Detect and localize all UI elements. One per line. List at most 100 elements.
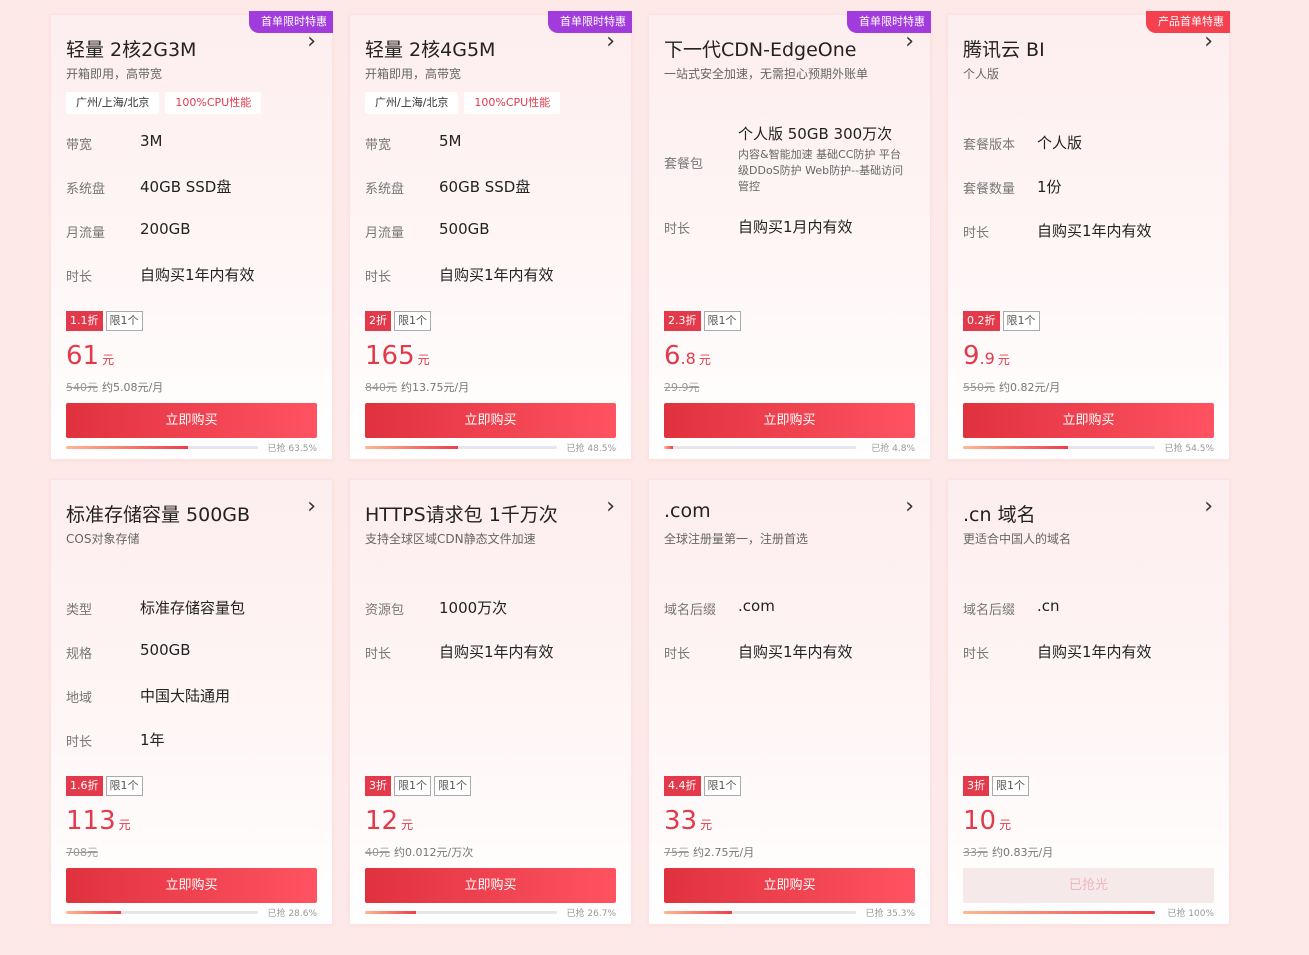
original-price-row: 550元 约0.82元/月 — [963, 379, 1060, 395]
spec-value: 3M — [140, 132, 163, 150]
sales-progress-bar — [66, 911, 258, 914]
buy-now-button[interactable]: 立即购买 — [963, 403, 1214, 438]
product-tag: 100%CPU性能 — [464, 92, 561, 114]
monthly-price: 约2.75元/月 — [693, 846, 755, 859]
sales-progress-bar — [365, 911, 557, 914]
spec-value: 自购买1年内有效 — [738, 643, 853, 661]
spec-key: 套餐版本 — [963, 138, 1016, 153]
chevron-right-icon[interactable]: › — [606, 29, 615, 54]
original-price-row: 75元 约2.75元/月 — [664, 844, 754, 860]
product-title[interactable]: 下一代CDN-EdgeOne — [664, 35, 856, 62]
limit-badge: 限1个 — [394, 776, 431, 796]
chevron-right-icon[interactable]: › — [307, 494, 316, 519]
buy-now-button[interactable]: 立即购买 — [365, 403, 616, 438]
sales-progress-bar — [365, 446, 557, 449]
sales-progress-fill — [963, 911, 1155, 914]
sales-progress-bar — [963, 911, 1155, 914]
original-price-row: 40元 约0.012元/万次 — [365, 844, 473, 860]
price-unit: 元 — [102, 353, 115, 367]
price-unit: 元 — [698, 353, 711, 367]
price-integer: 12 — [365, 806, 399, 836]
limit-badge: 限1个 — [703, 776, 741, 796]
original-price: 33元 — [963, 846, 988, 859]
monthly-price: 约13.75元/月 — [401, 381, 470, 394]
price: 61 元 — [66, 341, 114, 371]
discount-badge: 4.4折 — [664, 776, 701, 796]
buy-now-button[interactable]: 立即购买 — [66, 868, 317, 903]
product-title[interactable]: 轻量 2核2G3M — [66, 35, 196, 62]
discount-badges: 1.1折 限1个 — [66, 311, 146, 331]
price-decimal: .8 — [680, 349, 696, 368]
discount-badge: 1.1折 — [66, 311, 103, 331]
spec-value: 200GB — [140, 220, 191, 238]
monthly-price: 约0.82元/月 — [999, 381, 1061, 394]
spec-key: 类型 — [66, 603, 93, 618]
spec-value: 1份 — [1037, 178, 1062, 196]
product-subtitle: 一站式安全加速，无需担心预期外账单 — [664, 67, 869, 81]
price-integer: 113 — [66, 806, 116, 836]
product-card[interactable]: 首单限时特惠 轻量 2核4G5M › 开箱即用，高带宽 广州/上海/北京 100%CPU性… — [349, 11, 632, 460]
product-card[interactable]: 产品首单特惠 腾讯云 BI › 个人版 套餐版本 个人版 套餐数量 1份 时长 自购买1年内有效 0… — [947, 11, 1230, 460]
chevron-right-icon[interactable]: › — [1204, 494, 1213, 519]
product-card[interactable]: HTTPS请求包 1千万次 › 支持全球区域CDN静态文件加速 资源包 1000万次 时长… — [349, 479, 632, 925]
product-card[interactable]: .cn 域名 › 更适合中国人的域名 域名后缀 .cn 时长 自购买1年内有效 3折 限1个 10… — [947, 479, 1230, 925]
chevron-right-icon[interactable]: › — [905, 29, 914, 54]
sales-progress-fill — [66, 911, 121, 914]
product-tag: 广州/上海/北京 — [66, 92, 160, 114]
chevron-right-icon[interactable]: › — [905, 494, 914, 519]
buy-now-button[interactable]: 立即购买 — [66, 403, 317, 438]
spec-key: 规格 — [66, 647, 93, 662]
limit-badge: 限1个 — [394, 311, 431, 331]
sales-progress-bar — [664, 446, 856, 449]
product-title[interactable]: .cn 域名 — [963, 500, 1036, 527]
original-price: 75元 — [664, 846, 689, 859]
price-integer: 6 — [664, 341, 681, 371]
price: 10 元 — [963, 806, 1011, 836]
spec-key: 系统盘 — [365, 182, 405, 197]
promo-badge: 首单限时特惠 — [249, 11, 333, 33]
product-card[interactable]: 首单限时特惠 下一代CDN-EdgeOne › 一站式安全加速，无需担心预期外账单 套餐… — [648, 11, 931, 460]
spec-key: 时长 — [963, 647, 990, 662]
spec-key: 时长 — [365, 270, 392, 285]
spec-key: 时长 — [66, 735, 93, 750]
product-tag: 100%CPU性能 — [165, 92, 262, 114]
spec-value: 60GB SSD盘 — [439, 178, 531, 196]
sales-progress-fill — [365, 446, 459, 449]
sales-progress-label: 已抢 28.6% — [267, 909, 317, 919]
sales-progress-fill — [664, 446, 674, 449]
discount-badge: 2折 — [365, 311, 391, 331]
product-card[interactable]: .com › 全球注册量第一，注册首选 域名后缀 .com 时长 自购买1年内有效 4.4折限… — [648, 479, 931, 925]
product-card[interactable]: 标准存储容量 500GB › COS对象存储 类型 标准存储容量包 规格 500GB 地域 中国… — [50, 479, 333, 925]
buy-now-button[interactable]: 立即购买 — [664, 403, 915, 438]
spec-value: 1000万次 — [439, 599, 508, 617]
spec-value: .com — [738, 597, 775, 615]
product-title[interactable]: .com — [664, 500, 711, 522]
chevron-right-icon[interactable]: › — [606, 494, 615, 519]
buy-now-button[interactable]: 立即购买 — [664, 868, 915, 903]
discount-badges: 0.2折 限1个 — [963, 311, 1043, 331]
spec-value: 5M — [439, 132, 462, 150]
product-tag: 广州/上海/北京 — [365, 92, 459, 114]
chevron-right-icon[interactable]: › — [1204, 29, 1213, 54]
discount-badge: 3折 — [365, 776, 391, 796]
price-unit: 元 — [700, 818, 713, 832]
sales-progress-bar — [664, 911, 856, 914]
package-row: 套餐包 个人版 50GB 300万次 内容&智能加速 基础CC防护 平台级DDoS防… — [664, 123, 914, 193]
spec-value: 自购买1年内有效 — [439, 266, 554, 284]
spec-value: 自购买1年内有效 — [1037, 643, 1152, 661]
product-title[interactable]: HTTPS请求包 1千万次 — [365, 500, 558, 527]
buy-now-button[interactable]: 立即购买 — [365, 868, 616, 903]
promo-badge: 首单限时特惠 — [548, 11, 632, 33]
product-title[interactable]: 标准存储容量 500GB — [66, 500, 250, 527]
product-title[interactable]: 轻量 2核4G5M — [365, 35, 495, 62]
product-card[interactable]: 首单限时特惠轻量 2核2G3M › 开箱即用，高带宽广州/上海/北京 100%CPU性… — [50, 11, 333, 460]
price-unit: 元 — [401, 818, 414, 832]
price: 33 元 — [664, 806, 712, 836]
product-title[interactable]: 腾讯云 BI — [963, 35, 1045, 62]
chevron-right-icon[interactable]: › — [307, 29, 316, 54]
limit-badge: 限1个 — [105, 776, 143, 796]
product-subtitle: 开箱即用，高带宽 — [66, 67, 163, 81]
product-subtitle: 全球注册量第一，注册首选 — [664, 532, 809, 546]
price-decimal: .9 — [979, 349, 995, 368]
price-unit: 元 — [417, 353, 430, 367]
